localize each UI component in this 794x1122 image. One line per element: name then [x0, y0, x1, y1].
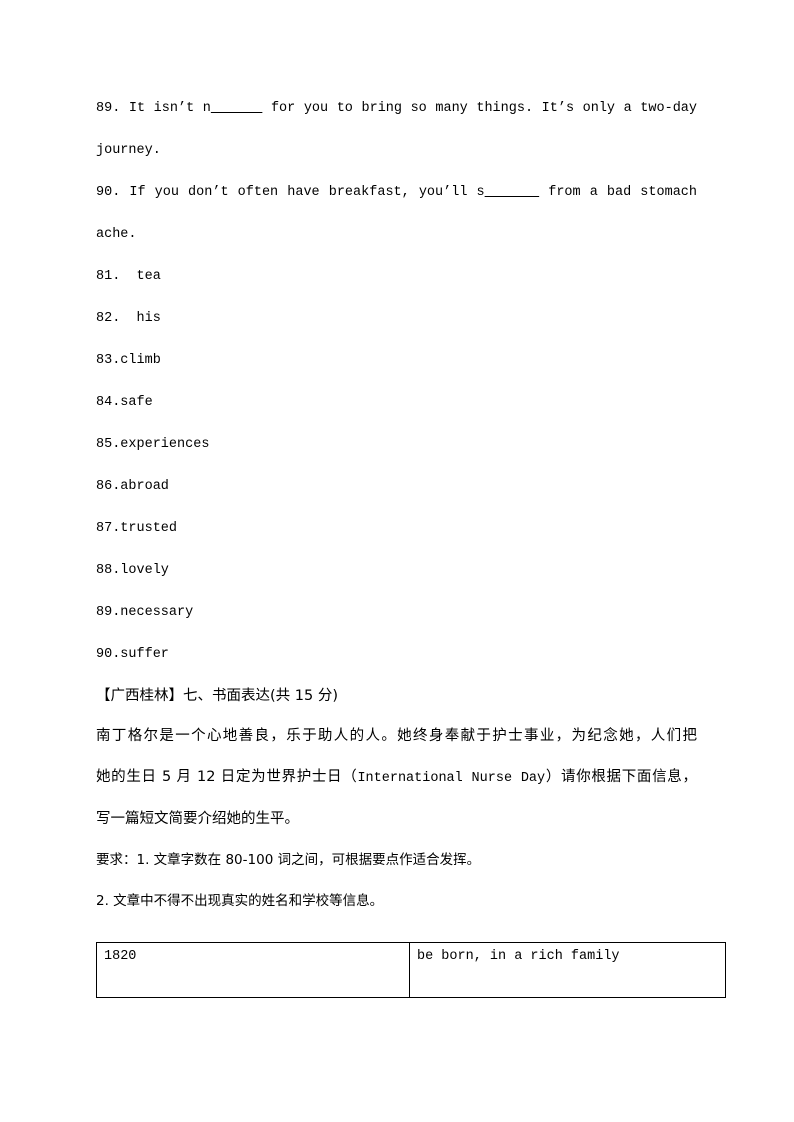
- answer-key-list: 81. tea 82. his 83.climb 84.safe 85.expe…: [96, 256, 697, 676]
- writing-prompt-line-2-cn-start: 她的生日 5 月 12 日定为世界护士日（: [96, 769, 358, 785]
- writing-prompt: 南丁格尔是一个心地善良，乐于助人的人。她终身奉献于护士事业，为纪念她，人们把 她…: [96, 716, 697, 840]
- writing-prompt-line-1: 南丁格尔是一个心地善良，乐于助人的人。她终身奉献于护士事业，为纪念她，人们把: [96, 728, 697, 744]
- answer-blank: [485, 185, 540, 200]
- question-90-line-2: ache.: [96, 227, 137, 242]
- answer-item-84: 84.safe: [96, 395, 153, 410]
- requirement-2: 2. 文章中不得不出现真实的姓名和学校等信息。: [96, 893, 384, 909]
- writing-section-heading: 【广西桂林】七、书面表达(共 15 分): [96, 688, 338, 704]
- answer-item-82: 82. his: [96, 311, 161, 326]
- answer-item-86: 86.abroad: [96, 479, 169, 494]
- writing-prompt-line-2: 她的生日 5 月 12 日定为世界护士日（International Nurse…: [96, 757, 697, 799]
- document-content: 89. It isn’t n for you to bring so many …: [96, 88, 726, 998]
- document-page: 89. It isn’t n for you to bring so many …: [0, 0, 794, 1122]
- answer-item-83: 83.climb: [96, 353, 161, 368]
- question-90-line-1: 90. If you don’t often have breakfast, y…: [96, 185, 697, 200]
- answer-item-89: 89.necessary: [96, 605, 194, 620]
- table-row: 1820 be born, in a rich family: [96, 942, 726, 998]
- writing-prompt-english-term: International Nurse Day: [357, 771, 546, 786]
- requirement-1: 要求：1. 文章字数在 80-100 词之间，可根据要点作适合发挥。: [96, 852, 481, 868]
- answer-item-90: 90.suffer: [96, 647, 169, 662]
- answer-item-87: 87.trusted: [96, 521, 178, 536]
- answer-item-85: 85.experiences: [96, 437, 210, 452]
- answer-item-88: 88.lovely: [96, 563, 169, 578]
- writing-prompt-line-3: 写一篇短文简要介绍她的生平。: [96, 811, 299, 827]
- question-89-line-1: 89. It isn’t n for you to bring so many …: [96, 101, 698, 116]
- table-cell-year: 1820: [96, 942, 410, 998]
- info-table-body: 1820 be born, in a rich family: [96, 942, 726, 998]
- table-cell-event: be born, in a rich family: [409, 942, 726, 998]
- writing-prompt-line-2-cn-end: ）请你根据下面信息，: [545, 769, 697, 785]
- answer-item-81: 81. tea: [96, 269, 161, 284]
- question-89-line-2: journey.: [96, 143, 161, 158]
- writing-requirements: 要求：1. 文章字数在 80-100 词之间，可根据要点作适合发挥。 2. 文章…: [96, 840, 697, 922]
- question-90: 90. If you don’t often have breakfast, y…: [96, 172, 697, 256]
- answer-blank: [211, 101, 263, 116]
- question-89: 89. It isn’t n for you to bring so many …: [96, 88, 697, 172]
- biography-info-table: 1820 be born, in a rich family: [96, 942, 726, 998]
- table-spacer: [96, 922, 697, 928]
